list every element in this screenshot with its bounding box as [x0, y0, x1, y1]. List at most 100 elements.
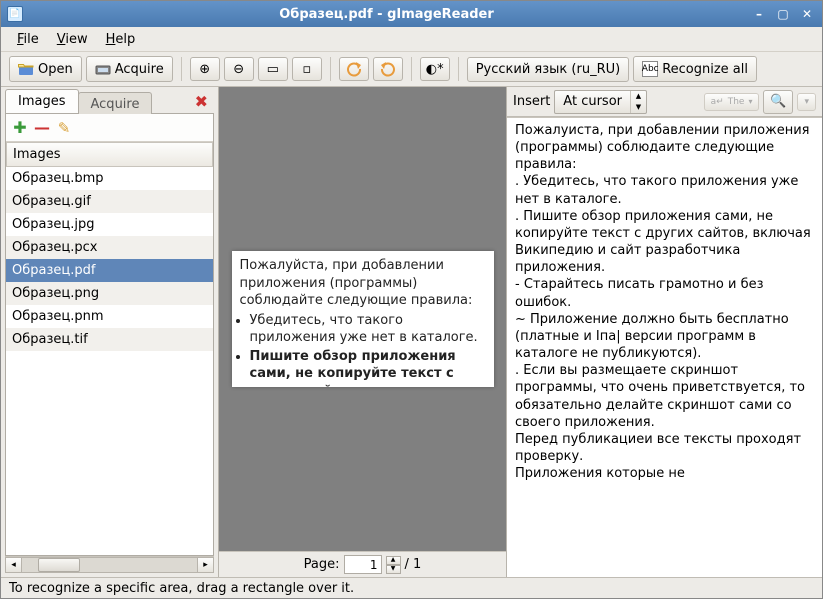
rotate-left-button[interactable] [339, 57, 369, 81]
separator [181, 57, 182, 81]
scanner-icon [95, 61, 111, 77]
rotate-right-button[interactable] [373, 57, 403, 81]
titlebar: 📄 Образец.pdf - gImageReader – ▢ ✕ [1, 1, 822, 27]
chevron-down-icon: ▾ [748, 97, 752, 106]
scroll-left-arrow[interactable]: ◂ [5, 557, 22, 573]
open-label: Open [38, 62, 73, 77]
acquire-label: Acquire [115, 62, 164, 77]
clear-icon[interactable]: ✎ [56, 120, 72, 136]
language-selector[interactable]: Русский язык (ru_RU) [467, 57, 629, 82]
output-line: . Если вы размещаете скриншот программы,… [515, 362, 816, 431]
file-item[interactable]: Образец.pcx [6, 236, 213, 259]
page-label: Page: [304, 557, 340, 572]
maximize-button[interactable]: ▢ [774, 6, 792, 22]
zoom-original-button[interactable]: ▫ [292, 57, 322, 81]
linebreak-icon: a↵ [711, 97, 724, 107]
zoom-out-button[interactable]: ⊖ [224, 57, 254, 81]
file-list[interactable]: Образец.bmpОбразец.gifОбразец.jpgОбразец… [6, 167, 213, 555]
output-line: . Убедитесь, что такого приложения уже н… [515, 173, 816, 207]
file-item[interactable]: Образец.tif [6, 328, 213, 351]
zoom-out-icon: ⊖ [231, 61, 247, 77]
recognize-label: Recognize all [662, 62, 748, 77]
minimize-button[interactable]: – [750, 6, 768, 22]
tab-images[interactable]: Images [5, 89, 79, 113]
chevron-down-icon: ▼ [631, 102, 646, 113]
sources-toolbar: ✚ — ✎ [6, 114, 213, 142]
preview-line: Убедитесь, что такого приложения уже нет… [250, 312, 486, 347]
output-toolbar: Insert At cursor ▲▼ a↵The ▾ 🔍 ▾ [507, 87, 822, 117]
tab-acquire[interactable]: Acquire [78, 92, 153, 114]
search-icon: 🔍 [770, 94, 786, 110]
statusbar: To recognize a specific area, drag a rec… [1, 577, 822, 598]
preview-line: Пишите обзор приложения сами, не копируй… [250, 348, 486, 387]
spin-up-icon[interactable]: ▲ [386, 556, 401, 565]
output-line: ~ Приложение должно быть бесплатно (плат… [515, 311, 816, 362]
separator [330, 57, 331, 81]
document-viewer: Пожалуйста, при добавлении приложения (п… [219, 87, 507, 577]
brightness-icon: ◐* [427, 61, 443, 77]
open-button[interactable]: Open [9, 56, 82, 82]
separator [458, 57, 459, 81]
add-icon[interactable]: ✚ [12, 120, 28, 136]
page-canvas[interactable]: Пожалуйста, при добавлении приложения (п… [219, 87, 506, 551]
menu-file[interactable]: File [9, 29, 47, 50]
content-area: Images Acquire ✖ ✚ — ✎ Images Образец.bm… [1, 87, 822, 577]
page-navigation: Page: ▲▼ / 1 [219, 551, 506, 577]
scroll-right-arrow[interactable]: ▸ [197, 557, 214, 573]
main-toolbar: Open Acquire ⊕ ⊖ ▭ ▫ ◐* Русский язык (ru… [1, 51, 822, 87]
menu-view[interactable]: View [49, 29, 96, 50]
strip-linebreaks-button[interactable]: a↵The ▾ [704, 93, 760, 111]
file-item[interactable]: Образец.pnm [6, 305, 213, 328]
more-button[interactable]: ▾ [797, 93, 816, 111]
page-number-input[interactable] [344, 555, 382, 574]
find-replace-button[interactable]: 🔍 [763, 90, 793, 114]
output-line: Перед публикациеи все тексты проходят пр… [515, 431, 816, 465]
file-item[interactable]: Образец.png [6, 282, 213, 305]
horizontal-scrollbar[interactable]: ◂ ▸ [5, 556, 214, 573]
file-item[interactable]: Образец.jpg [6, 213, 213, 236]
zoom-fit-button[interactable]: ▭ [258, 57, 288, 81]
output-line: - Старайтесь писать грамотно и без ошибо… [515, 276, 816, 310]
zoom-in-button[interactable]: ⊕ [190, 57, 220, 81]
rotate-left-icon [346, 61, 362, 77]
acquire-button[interactable]: Acquire [86, 56, 173, 82]
output-line: Приложения которые не [515, 465, 816, 482]
close-panel-button[interactable]: ✖ [189, 90, 214, 113]
insert-mode-value: At cursor [555, 94, 630, 109]
insert-label: Insert [513, 94, 550, 109]
file-item[interactable]: Образец.bmp [6, 167, 213, 190]
page-preview: Пожалуйста, при добавлении приложения (п… [232, 251, 494, 387]
sources-panel: Images Acquire ✖ ✚ — ✎ Images Образец.bm… [1, 87, 219, 577]
remove-icon[interactable]: — [34, 120, 50, 136]
chevron-up-icon: ▲ [631, 91, 646, 102]
spin-down-icon[interactable]: ▼ [386, 565, 401, 574]
insert-mode-combo[interactable]: At cursor ▲▼ [554, 90, 647, 114]
original-size-icon: ▫ [299, 61, 315, 77]
file-item[interactable]: Образец.gif [6, 190, 213, 213]
window-title: Образец.pdf - gImageReader [29, 7, 744, 22]
folder-open-icon [18, 61, 34, 77]
page-spinner[interactable]: ▲▼ [386, 556, 401, 574]
chevron-down-icon: ▾ [804, 97, 809, 107]
close-button[interactable]: ✕ [798, 6, 816, 22]
output-line: . Пишите обзор приложения сами, не копир… [515, 208, 816, 277]
output-line: Пожалуиста, при добавлении приложения (п… [515, 122, 816, 173]
scroll-thumb[interactable] [38, 558, 80, 572]
fit-page-icon: ▭ [265, 61, 281, 77]
images-list-header[interactable]: Images [6, 142, 213, 167]
sources-tabs: Images Acquire ✖ [1, 87, 218, 113]
status-text: To recognize a specific area, drag a rec… [9, 581, 354, 596]
app-icon: 📄 [7, 6, 23, 22]
rotate-right-icon [380, 61, 396, 77]
recognized-text[interactable]: Пожалуиста, при добавлении приложения (п… [507, 117, 822, 577]
controls-button[interactable]: ◐* [420, 57, 450, 81]
preview-line: Пожалуйста, при добавлении приложения (п… [240, 257, 486, 310]
sources-tab-body: ✚ — ✎ Images Образец.bmpОбразец.gifОбраз… [5, 113, 214, 556]
recognize-all-button[interactable]: Abc Recognize all [633, 56, 757, 82]
abc-icon: Abc [642, 61, 658, 77]
scroll-track[interactable] [22, 557, 197, 573]
zoom-in-icon: ⊕ [197, 61, 213, 77]
menu-help[interactable]: Help [98, 29, 144, 50]
page-total: / 1 [405, 557, 422, 572]
file-item[interactable]: Образец.pdf [6, 259, 213, 282]
